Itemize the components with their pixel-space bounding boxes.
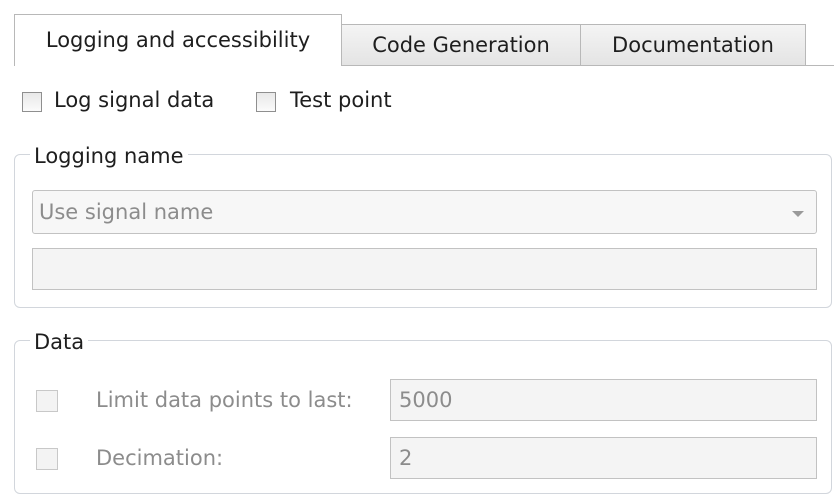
chevron-down-icon <box>792 211 804 217</box>
test-point-label: Test point <box>290 88 392 112</box>
data-group-title: Data <box>30 332 89 353</box>
tab-label: Logging and accessibility <box>45 28 311 52</box>
limit-data-points-input[interactable]: 5000 <box>390 379 817 421</box>
logging-name-select-value: Use signal name <box>39 200 214 224</box>
logging-name-input[interactable] <box>32 248 817 290</box>
decimation-label: Decimation: <box>96 446 224 470</box>
tab-label: Documentation <box>612 32 774 57</box>
logging-name-title: Logging name <box>30 146 188 167</box>
limit-data-points-label: Limit data points to last: <box>96 388 353 412</box>
test-point-checkbox[interactable] <box>256 92 276 112</box>
log-signal-data-label: Log signal data <box>54 88 215 112</box>
limit-data-points-checkbox[interactable] <box>36 390 58 412</box>
signal-properties-panel: Logging and accessibility Code Generatio… <box>0 0 834 501</box>
decimation-checkbox[interactable] <box>36 448 58 470</box>
tab-logging-and-accessibility[interactable]: Logging and accessibility <box>14 14 342 66</box>
limit-data-points-value: 5000 <box>399 388 453 412</box>
log-signal-data-checkbox[interactable] <box>22 92 42 112</box>
logging-name-select[interactable]: Use signal name <box>32 190 817 234</box>
decimation-input[interactable]: 2 <box>390 437 817 479</box>
decimation-value: 2 <box>399 446 413 470</box>
tab-label: Code Generation <box>372 32 550 57</box>
tab-documentation[interactable]: Documentation <box>580 24 806 66</box>
tab-code-generation[interactable]: Code Generation <box>341 24 581 66</box>
